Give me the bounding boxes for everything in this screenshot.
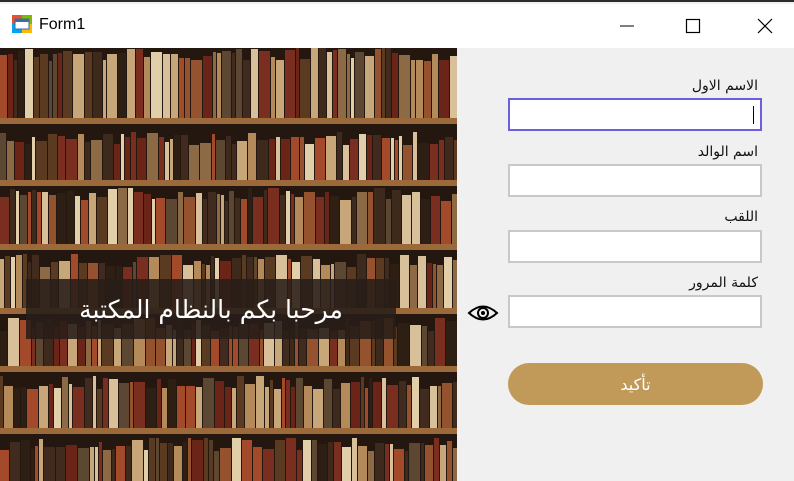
surname-input[interactable] xyxy=(510,232,760,261)
eye-icon[interactable] xyxy=(467,302,499,324)
confirm-button[interactable]: تأكيد xyxy=(508,363,763,405)
welcome-banner: مرحبا بكم بالنظام المكتبة xyxy=(26,279,396,339)
title-bar[interactable]: Form1 xyxy=(0,4,794,48)
library-banner-image: مرحبا بكم بالنظام المكتبة xyxy=(0,48,457,481)
maximize-icon xyxy=(685,18,701,34)
father-name-input[interactable] xyxy=(510,166,760,195)
bookshelf-photo xyxy=(0,48,457,481)
first-name-label: الاسم الاول xyxy=(691,78,758,94)
app-form-icon xyxy=(12,15,32,33)
minimize-button[interactable] xyxy=(604,4,650,48)
window-title: Form1 xyxy=(39,16,86,33)
father-name-label: اسم الوالد xyxy=(697,144,758,160)
close-button[interactable] xyxy=(742,4,788,48)
maximize-button[interactable] xyxy=(670,4,716,48)
minimize-icon xyxy=(620,25,634,27)
close-icon xyxy=(757,18,773,34)
welcome-text: مرحبا بكم بالنظام المكتبة xyxy=(79,294,343,324)
first-name-field[interactable] xyxy=(508,98,762,131)
surname-field[interactable] xyxy=(508,230,762,263)
password-label: كلمة المرور xyxy=(689,275,758,291)
father-name-field[interactable] xyxy=(508,164,762,197)
password-field[interactable] xyxy=(508,295,762,328)
surname-label: اللقب xyxy=(724,209,758,225)
password-input[interactable] xyxy=(510,297,760,326)
first-name-input[interactable] xyxy=(510,100,760,129)
registration-form: الاسم الاول اسم الوالد اللقب كلمة المرور… xyxy=(457,48,794,481)
text-caret xyxy=(753,106,754,124)
form-window: Form1 مرحبا بكم بالنظام المكتبة الاسم ال… xyxy=(0,0,794,481)
